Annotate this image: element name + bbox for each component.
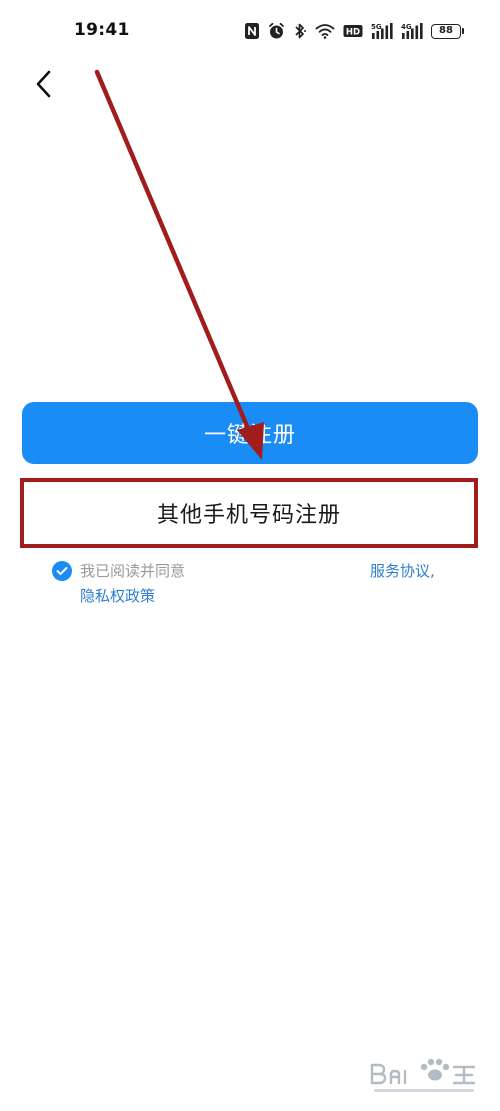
- other-phone-register-label: 其他手机号码注册: [156, 503, 341, 528]
- baidu-jingyan-watermark: [370, 1058, 476, 1092]
- signal-5g-label: 5G: [371, 23, 382, 31]
- hd-icon: HD: [343, 25, 363, 38]
- back-button[interactable]: [24, 64, 64, 104]
- one-click-register-label: 一键注册: [203, 423, 296, 448]
- privacy-policy-link[interactable]: 隐私权政策: [80, 585, 155, 607]
- signal-4g-label: 4G: [401, 23, 412, 31]
- battery-level: 88: [431, 23, 461, 39]
- status-icons: HD 5G 4G 88: [244, 20, 464, 42]
- bluetooth-icon: [295, 23, 306, 39]
- alarm-icon: [269, 22, 284, 39]
- check-icon: [56, 567, 68, 575]
- signal-4g-icon: 4G: [401, 23, 423, 39]
- battery-tip: [462, 28, 464, 34]
- wifi-icon: [315, 24, 335, 39]
- battery-icon: 88: [431, 23, 464, 39]
- hd-label: HD: [346, 28, 360, 38]
- nfc-icon: [245, 23, 259, 39]
- status-time: 19:41: [74, 20, 130, 40]
- signal-5g-icon: 5G: [371, 23, 393, 39]
- agree-checkbox[interactable]: [52, 561, 72, 581]
- agree-text: 我已阅读并同意: [80, 562, 186, 580]
- chevron-left-icon: [36, 70, 51, 98]
- service-agreement-link[interactable]: 服务协议,: [370, 560, 435, 582]
- status-bar: 19:41 HD 5G 4G 88: [0, 0, 500, 62]
- annotation-arrow: [94, 69, 264, 460]
- one-click-register-button[interactable]: 一键注册: [22, 402, 478, 464]
- other-phone-register-button[interactable]: 其他手机号码注册: [20, 478, 478, 548]
